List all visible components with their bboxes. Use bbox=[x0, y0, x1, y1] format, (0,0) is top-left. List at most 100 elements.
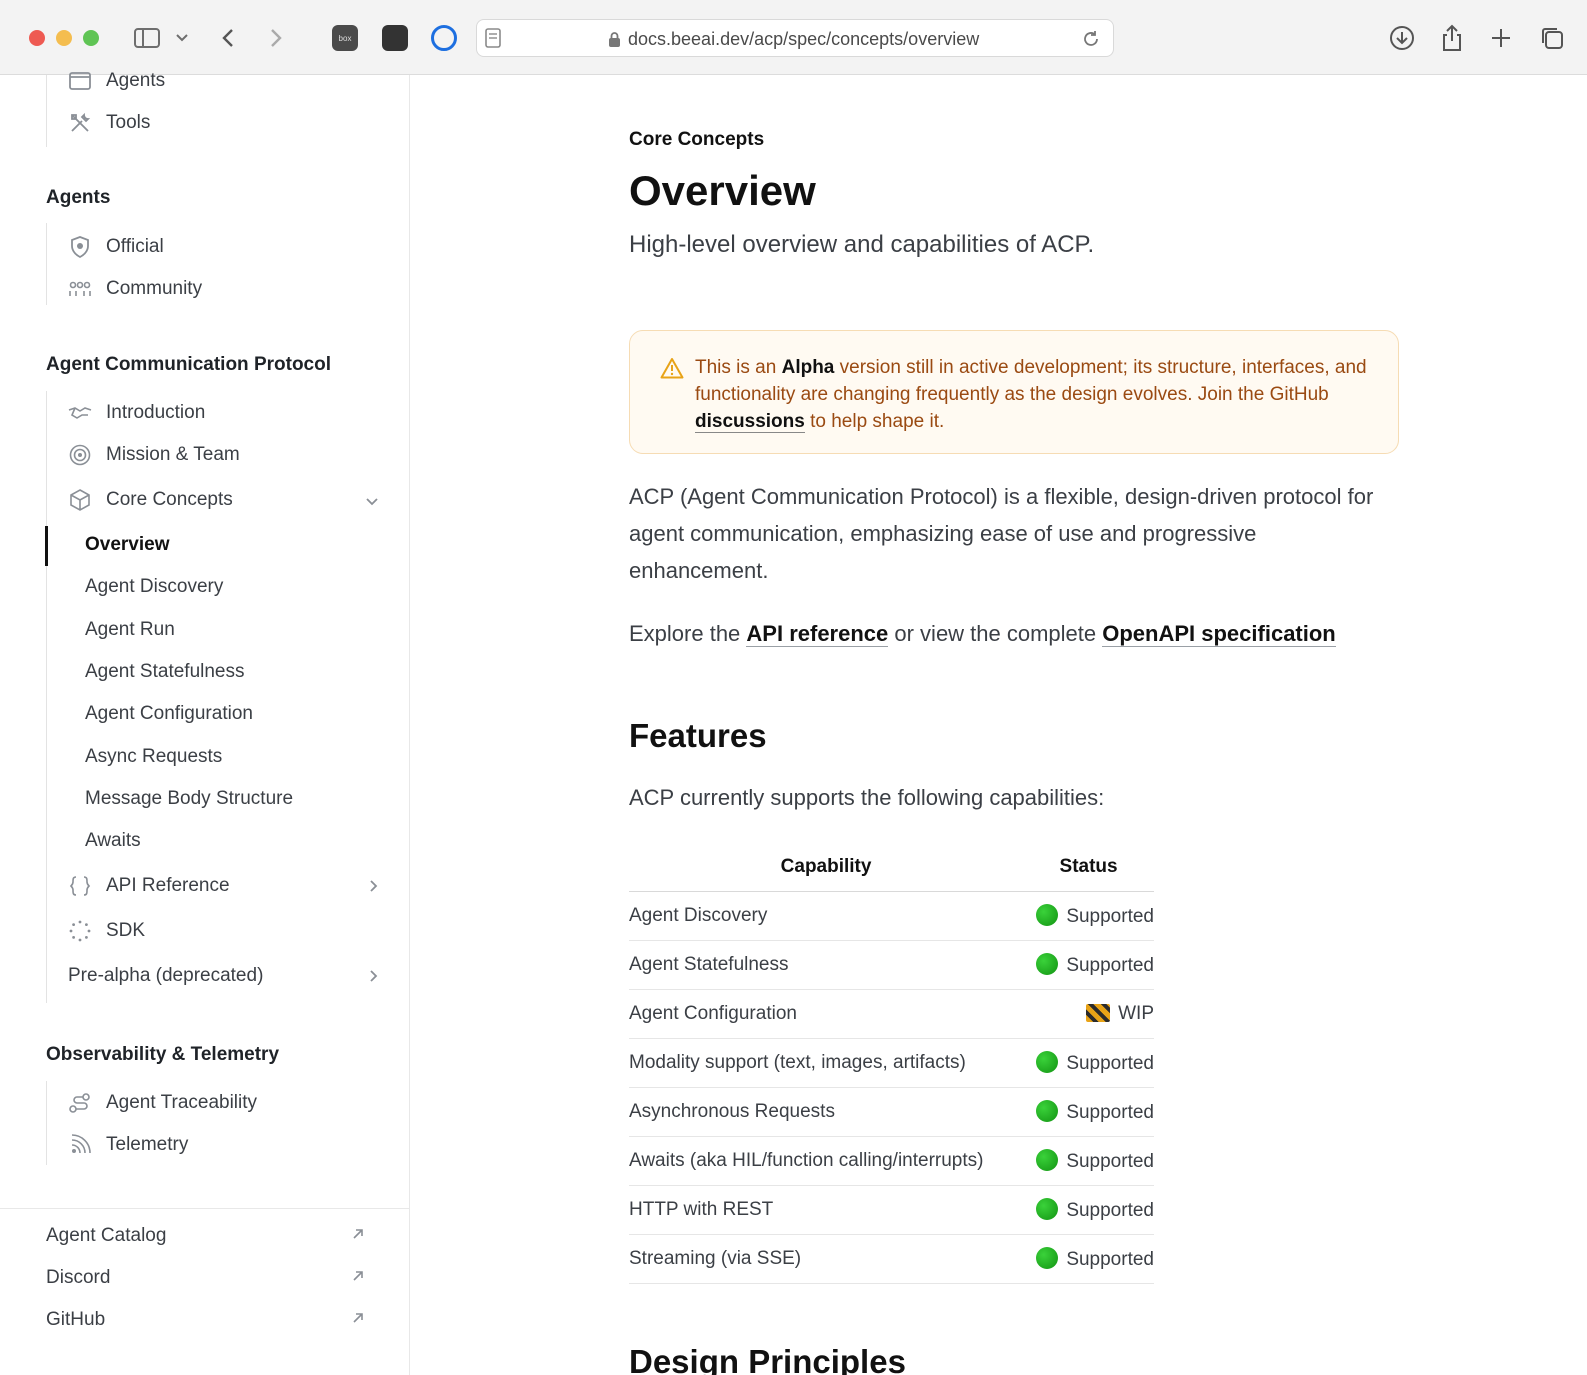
capability-cell: Asynchronous Requests bbox=[629, 1087, 1024, 1137]
footer-link-discord[interactable]: Discord bbox=[46, 1263, 110, 1293]
target-icon bbox=[68, 443, 92, 467]
status-cell: WIP bbox=[1023, 989, 1154, 1039]
features-heading: Features bbox=[629, 717, 767, 754]
reader-icon[interactable] bbox=[485, 26, 501, 50]
green-circle-icon bbox=[1036, 903, 1059, 926]
active-indicator bbox=[45, 526, 48, 566]
sidebar-subitem-async-requests[interactable]: Async Requests bbox=[85, 742, 222, 772]
capability-cell: Streaming (via SSE) bbox=[629, 1234, 1024, 1284]
green-circle-icon bbox=[1036, 1197, 1059, 1220]
sidebar-item-agents-top[interactable]: Agents bbox=[68, 66, 165, 96]
capability-cell: Awaits (aka HIL/function calling/interru… bbox=[629, 1136, 1024, 1186]
sidebar-toggle-icon[interactable] bbox=[133, 22, 161, 54]
sidebar-item-tools[interactable]: Tools bbox=[68, 108, 150, 138]
api-reference-link[interactable]: API reference bbox=[746, 621, 889, 647]
share-icon[interactable] bbox=[1440, 22, 1464, 54]
chevron-down-icon[interactable] bbox=[174, 22, 190, 54]
column-header-capability: Capability bbox=[629, 843, 1024, 892]
window-icon bbox=[68, 69, 92, 93]
table-row: Agent Statefulness Supported bbox=[629, 940, 1154, 990]
extension-icon[interactable] bbox=[382, 25, 408, 51]
sidebar-item-label: Telemetry bbox=[106, 1134, 189, 1155]
table-body: Agent Discovery Supported Agent Statefulne… bbox=[629, 891, 1154, 1284]
status-cell: Supported bbox=[1023, 891, 1154, 941]
sidebar-item-core-concepts[interactable]: Core Concepts bbox=[68, 485, 378, 515]
lock-icon bbox=[609, 32, 620, 47]
sidebar-subitem-agent-configuration[interactable]: Agent Configuration bbox=[85, 699, 253, 729]
sidebar-group-title-observability: Observability & Telemetry bbox=[46, 1044, 280, 1065]
footer-link-agent-catalog[interactable]: Agent Catalog bbox=[46, 1221, 166, 1251]
sidebar-item-sdk[interactable]: SDK bbox=[68, 916, 145, 946]
handshake-icon bbox=[68, 401, 92, 425]
tab-overview-icon[interactable] bbox=[1538, 22, 1566, 54]
sidebar-item-pre-alpha[interactable]: Pre-alpha (deprecated) bbox=[68, 961, 378, 991]
extension-box-icon[interactable]: box bbox=[332, 25, 358, 51]
zoom-window-button[interactable] bbox=[83, 30, 99, 46]
address-bar[interactable]: docs.beeai.dev/acp/spec/concepts/overvie… bbox=[476, 19, 1114, 57]
sidebar-item-label: SDK bbox=[106, 920, 146, 941]
callout-text: This is an Alpha version still in active… bbox=[695, 357, 1367, 433]
new-tab-icon[interactable] bbox=[1489, 22, 1513, 54]
sidebar-subitem-overview[interactable]: Overview bbox=[85, 530, 170, 560]
signal-icon bbox=[68, 1133, 92, 1157]
back-icon[interactable] bbox=[218, 22, 238, 54]
status-cell: Supported bbox=[1023, 1234, 1154, 1284]
sidebar-item-api-reference[interactable]: API Reference bbox=[68, 871, 378, 901]
chevron-right-icon[interactable] bbox=[370, 966, 378, 987]
table-row: Asynchronous Requests Supported bbox=[629, 1087, 1154, 1137]
shield-icon bbox=[68, 235, 92, 259]
chevron-right-icon[interactable] bbox=[370, 876, 378, 897]
status-label: Supported bbox=[1066, 1248, 1154, 1270]
design-principles-heading: Design Principles bbox=[629, 1343, 906, 1375]
capability-cell: HTTP with REST bbox=[629, 1185, 1024, 1235]
sidebar-divider bbox=[0, 1208, 410, 1209]
status-cell: Supported bbox=[1023, 940, 1154, 990]
explore-paragraph: Explore the API reference or view the co… bbox=[629, 621, 1336, 647]
sidebar-item-agent-traceability[interactable]: Agent Traceability bbox=[68, 1088, 257, 1118]
sidebar-subitem-agent-run[interactable]: Agent Run bbox=[85, 615, 175, 645]
sidebar-item-telemetry[interactable]: Telemetry bbox=[68, 1130, 188, 1160]
features-intro: ACP currently supports the following cap… bbox=[629, 785, 1105, 810]
sidebar-group-title-agents: Agents bbox=[46, 187, 111, 208]
sidebar-item-mission-team[interactable]: Mission & Team bbox=[68, 440, 240, 470]
construction-icon bbox=[1086, 1003, 1111, 1022]
browser-toolbar: box docs.beeai.dev/acp/spec/concepts/ove… bbox=[0, 0, 1587, 75]
loader-icon bbox=[68, 919, 92, 943]
close-window-button[interactable] bbox=[29, 30, 45, 46]
footer-link-github[interactable]: GitHub bbox=[46, 1305, 105, 1335]
status-label: Supported bbox=[1066, 954, 1154, 976]
section-eyebrow: Core Concepts bbox=[629, 129, 765, 150]
sidebar-item-label: Introduction bbox=[106, 402, 206, 423]
sidebar-item-introduction[interactable]: Introduction bbox=[68, 398, 205, 428]
chevron-down-icon[interactable] bbox=[366, 490, 378, 511]
intro-paragraph: ACP (Agent Communication Protocol) is a … bbox=[629, 484, 1374, 583]
sidebar-item-label: Core Concepts bbox=[106, 489, 233, 510]
table-row: Streaming (via SSE) Supported bbox=[629, 1234, 1154, 1284]
sidebar-item-official[interactable]: Official bbox=[68, 232, 164, 262]
sidebar-subitem-message-body-structure[interactable]: Message Body Structure bbox=[85, 784, 293, 814]
sidebar-item-label: Official bbox=[106, 236, 164, 257]
openapi-spec-link[interactable]: OpenAPI specification bbox=[1102, 621, 1336, 647]
sidebar-subitem-agent-statefulness[interactable]: Agent Statefulness bbox=[85, 657, 245, 687]
sidebar-subitem-agent-discovery[interactable]: Agent Discovery bbox=[85, 572, 223, 602]
nav-guide-line bbox=[46, 75, 47, 147]
password-extension-icon[interactable] bbox=[431, 25, 457, 51]
tools-icon bbox=[68, 111, 92, 135]
sidebar-item-community[interactable]: Community bbox=[68, 274, 202, 304]
discussions-link[interactable]: discussions bbox=[695, 411, 805, 433]
capability-cell: Agent Statefulness bbox=[629, 940, 1024, 990]
table-header-row: Capability Status bbox=[629, 843, 1154, 892]
sidebar-item-label: Community bbox=[106, 278, 203, 299]
sidebar-subitem-awaits[interactable]: Awaits bbox=[85, 826, 141, 856]
capabilities-table: Capability Status Agent Discovery Support… bbox=[629, 843, 1154, 1284]
minimize-window-button[interactable] bbox=[56, 30, 72, 46]
status-cell: Supported bbox=[1023, 1136, 1154, 1186]
reload-icon[interactable] bbox=[1081, 27, 1101, 51]
download-icon[interactable] bbox=[1388, 22, 1416, 54]
sidebar-item-label: Tools bbox=[106, 112, 151, 133]
forward-icon[interactable] bbox=[266, 22, 286, 54]
table-row: Modality support (text, images, artifact… bbox=[629, 1038, 1154, 1088]
page-title: Overview bbox=[629, 167, 816, 214]
url-text: docs.beeai.dev/acp/spec/concepts/overvie… bbox=[628, 29, 980, 49]
external-link-icon bbox=[352, 1225, 364, 1245]
